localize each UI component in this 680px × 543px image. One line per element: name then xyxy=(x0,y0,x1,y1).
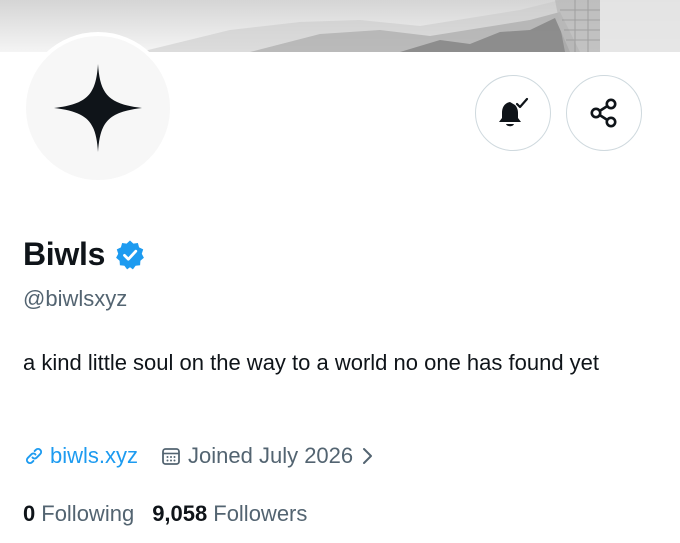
link-icon xyxy=(25,447,43,465)
user-handle: @biwlsxyz xyxy=(23,286,128,311)
calendar-icon xyxy=(162,448,180,465)
joined-date-button[interactable]: Joined July 2026 xyxy=(160,442,375,470)
display-name: Biwls xyxy=(23,236,106,272)
followers-label: Followers xyxy=(213,501,308,526)
share-button[interactable] xyxy=(566,75,642,151)
avatar[interactable] xyxy=(22,32,174,184)
verified-badge-icon[interactable] xyxy=(114,239,146,271)
following-label: Following xyxy=(41,501,135,526)
follow-stats: 0 Following 9,058 Followers xyxy=(23,500,307,528)
profile-bio: a kind little soul on the way to a world… xyxy=(23,350,600,375)
website-text[interactable]: biwls.xyz xyxy=(50,442,138,470)
profile-meta: biwls.xyz Joined July 2026 xyxy=(23,440,375,472)
sparkle-star-icon xyxy=(54,64,142,152)
notifications-button[interactable] xyxy=(475,75,551,151)
name-row: Biwls xyxy=(23,234,146,274)
chevron-right-icon xyxy=(363,448,373,464)
share-icon xyxy=(590,98,617,128)
bell-check-icon xyxy=(499,97,529,127)
following-count: 0 xyxy=(23,501,36,526)
followers-count: 9,058 xyxy=(152,501,208,526)
website-link[interactable]: biwls.xyz xyxy=(23,442,138,470)
profile-page: Biwls @biwlsxyz a kind little soul on th… xyxy=(0,0,680,543)
joined-date: Joined July 2026 xyxy=(188,443,354,468)
followers-link[interactable]: 9,058 Followers xyxy=(152,500,307,528)
following-link[interactable]: 0 Following xyxy=(23,500,134,528)
